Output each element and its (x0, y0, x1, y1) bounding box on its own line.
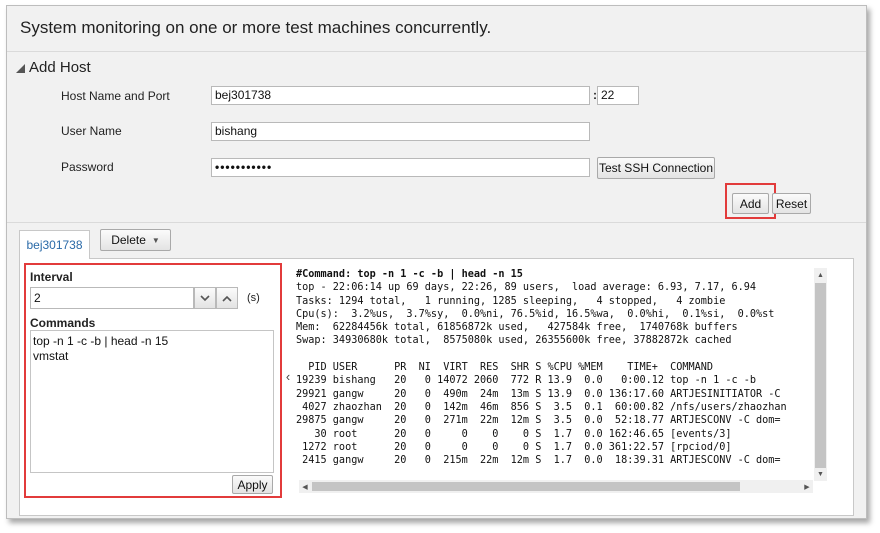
commands-textarea[interactable]: top -n 1 -c -b | head -n 15 vmstat (30, 330, 274, 473)
terminal-line: Mem: 62284456k total, 61856872k used, 42… (296, 322, 738, 334)
command-line: top -n 1 -c -b | head -n 15 (33, 334, 169, 348)
password-input[interactable]: ••••••••••• (211, 158, 590, 177)
vertical-scroll-thumb[interactable] (815, 283, 826, 468)
terminal-line (296, 348, 826, 361)
terminal-line: 29921 gangw 20 0 490m 24m 13m S 13.9 0.0… (296, 388, 781, 400)
chevron-down-icon (200, 294, 210, 301)
delete-label: Delete (111, 233, 146, 247)
chevron-up-icon (222, 295, 232, 302)
terminal-line: 1272 root 20 0 0 0 0 S 1.7 0.0 361:22.57… (296, 441, 732, 453)
terminal-line: 2415 gangw 20 0 215m 22m 12m S 1.7 0.0 1… (296, 455, 781, 467)
terminal-line: Tasks: 1294 total, 1 running, 1285 sleep… (296, 295, 726, 307)
tab-bej301738[interactable]: bej301738 (19, 230, 90, 259)
user-input[interactable]: bishang (211, 122, 590, 141)
tabs-divider (7, 222, 866, 223)
interval-input[interactable]: 2 (30, 287, 194, 309)
commands-label: Commands (30, 316, 96, 330)
add-host-section-toggle[interactable]: Add Host (16, 59, 91, 76)
terminal-line: 29875 gangw 20 0 271m 22m 12m S 3.5 0.0 … (296, 415, 781, 427)
scroll-down-icon[interactable]: ▼ (814, 468, 827, 480)
terminal-line: Swap: 34930680k total, 8575080k used, 26… (296, 335, 732, 347)
terminal-output: #Command: top -n 1 -c -b | head -n 15 to… (296, 268, 826, 483)
host-input[interactable]: bej301738 (211, 86, 590, 105)
horizontal-scroll-thumb[interactable] (312, 482, 740, 491)
port-input[interactable]: 22 (597, 86, 639, 105)
test-ssh-button[interactable]: Test SSH Connection (597, 157, 715, 179)
add-button[interactable]: Add (732, 193, 769, 214)
chevron-down-icon: ▼ (151, 235, 160, 245)
page-title: System monitoring on one or more test ma… (20, 18, 492, 37)
scroll-right-icon[interactable]: ▶ (801, 480, 813, 493)
password-label: Password (61, 160, 114, 174)
terminal-line: 30 root 20 0 0 0 0 S 1.7 0.0 162:46.65 [… (296, 428, 732, 440)
terminal-line: 19239 bishang 20 0 14072 2060 772 R 13.9… (296, 375, 757, 387)
collapse-left-icon[interactable]: ‹ (281, 368, 295, 384)
interval-unit: (s) (247, 292, 260, 304)
scroll-left-icon[interactable]: ◀ (299, 480, 311, 493)
interval-increment-button[interactable] (216, 287, 238, 309)
add-host-label: Add Host (29, 59, 91, 76)
collapse-triangle-icon (16, 64, 25, 73)
interval-label: Interval (30, 270, 73, 284)
scroll-up-icon[interactable]: ▲ (814, 269, 827, 281)
title-divider (7, 51, 866, 52)
monitoring-window: System monitoring on one or more test ma… (6, 5, 867, 519)
interval-decrement-button[interactable] (194, 287, 216, 309)
terminal-line: 4027 zhaozhan 20 0 142m 46m 856 S 3.5 0.… (296, 401, 787, 413)
terminal-line: PID USER PR NI VIRT RES SHR S %CPU %MEM … (296, 362, 714, 374)
reset-button[interactable]: Reset (772, 193, 811, 214)
apply-button[interactable]: Apply (232, 475, 273, 494)
host-label: Host Name and Port (61, 89, 170, 103)
user-label: User Name (61, 124, 122, 138)
terminal-command-line: #Command: top -n 1 -c -b | head -n 15 (296, 269, 523, 280)
delete-dropdown-button[interactable]: Delete ▼ (100, 229, 171, 251)
terminal-line: Cpu(s): 3.2%us, 3.7%sy, 0.0%ni, 76.5%id,… (296, 308, 775, 320)
terminal-line: top - 22:06:14 up 69 days, 22:26, 89 use… (296, 282, 757, 294)
command-line: vmstat (33, 349, 69, 363)
